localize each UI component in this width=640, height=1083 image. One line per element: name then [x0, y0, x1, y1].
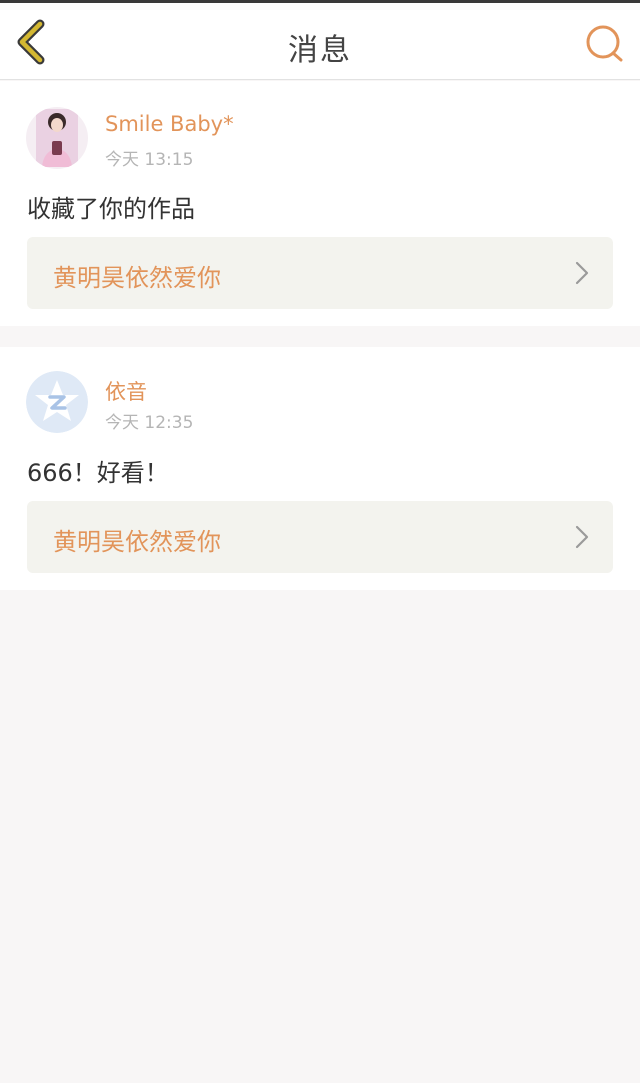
- work-title: 黄明昊依然爱你: [53, 528, 221, 556]
- chevron-right-icon: [575, 261, 589, 285]
- photo-avatar-icon: [26, 107, 88, 169]
- work-link[interactable]: 黄明昊依然爱你: [27, 237, 613, 309]
- page-title: 消息: [288, 33, 352, 68]
- top-nav-bar: 消息: [0, 3, 640, 80]
- avatar[interactable]: [26, 371, 88, 433]
- avatar[interactable]: [26, 107, 88, 169]
- timestamp: 今天 13:15: [105, 150, 194, 170]
- message-text: 666！好看！: [27, 459, 169, 487]
- message-card: 依音 今天 12:35 666！好看！ 黄明昊依然爱你: [0, 347, 640, 590]
- message-card: Smile Baby* 今天 13:15 收藏了你的作品 黄明昊依然爱你: [0, 81, 640, 326]
- chevron-right-icon: [575, 525, 589, 549]
- work-link[interactable]: 黄明昊依然爱你: [27, 501, 613, 573]
- search-button[interactable]: [584, 23, 626, 65]
- search-icon: [586, 25, 623, 62]
- qzone-star-icon: [26, 371, 88, 433]
- username[interactable]: Smile Baby*: [105, 112, 234, 136]
- timestamp: 今天 12:35: [105, 413, 194, 433]
- message-text: 收藏了你的作品: [27, 195, 195, 223]
- username[interactable]: 依音: [105, 376, 147, 406]
- work-title: 黄明昊依然爱你: [53, 264, 221, 292]
